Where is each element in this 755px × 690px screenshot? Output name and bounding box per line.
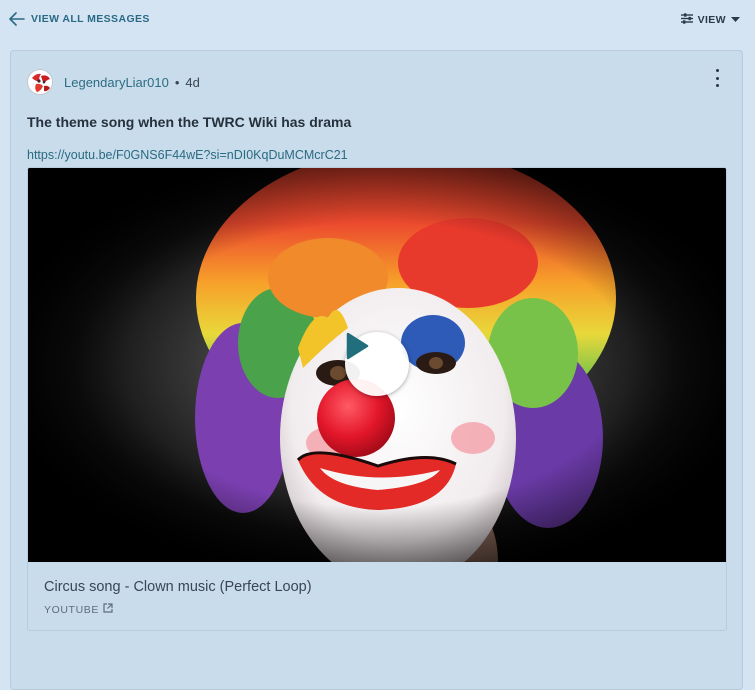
caret-down-icon <box>731 14 740 26</box>
kebab-menu-icon[interactable] <box>712 69 722 87</box>
post-title: The theme song when the TWRC Wiki has dr… <box>27 114 352 130</box>
post-header: LegendaryLiar010 • 4d <box>27 69 200 95</box>
embed-title[interactable]: Circus song - Clown music (Perfect Loop) <box>44 579 312 595</box>
author-name[interactable]: LegendaryLiar010 <box>64 75 169 90</box>
view-all-messages-label: VIEW ALL MESSAGES <box>31 13 150 25</box>
view-all-messages-link[interactable]: VIEW ALL MESSAGES <box>9 12 150 26</box>
embed-source-label: YOUTUBE <box>44 603 99 616</box>
sliders-icon <box>680 13 693 27</box>
play-button[interactable] <box>345 332 409 396</box>
meta-separator: • <box>174 74 180 90</box>
avatar[interactable] <box>27 69 53 95</box>
view-label: VIEW <box>697 14 726 26</box>
top-bar: VIEW ALL MESSAGES VIEW <box>0 0 755 40</box>
embed-source[interactable]: YOUTUBE <box>44 603 113 616</box>
youtube-embed[interactable]: Circus song - Clown music (Perfect Loop)… <box>27 167 727 631</box>
message-card: LegendaryLiar010 • 4d The theme song whe… <box>10 50 743 690</box>
video-thumbnail[interactable] <box>28 168 726 562</box>
post-link[interactable]: https://youtu.be/F0GNS6F44wE?si=nDI0KqDu… <box>27 148 348 162</box>
post-time: 4d <box>185 74 200 90</box>
view-options-button[interactable]: VIEW <box>680 13 740 27</box>
arrow-left-icon <box>9 12 25 26</box>
external-link-icon <box>103 603 113 616</box>
